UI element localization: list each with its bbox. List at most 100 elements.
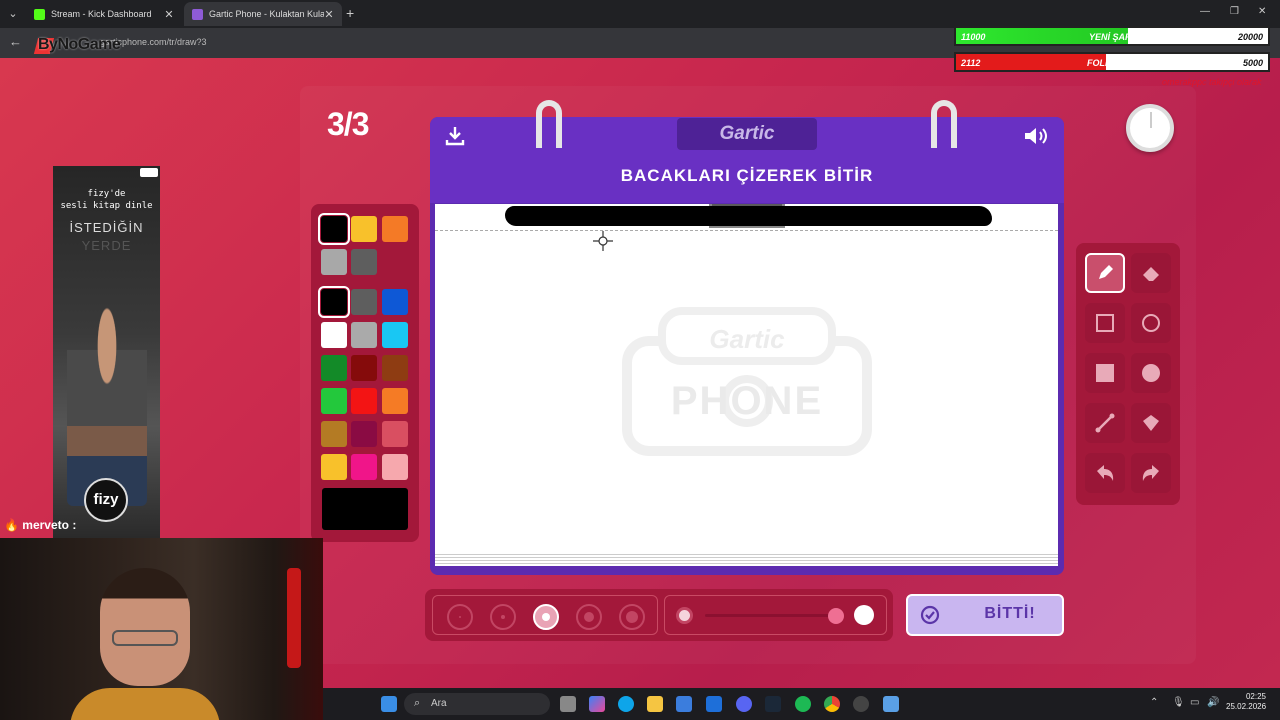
ad-line3: İSTEDİĞİN bbox=[69, 220, 144, 235]
brush-size-option[interactable] bbox=[533, 604, 559, 630]
store-icon[interactable] bbox=[676, 696, 692, 712]
volume-icon[interactable]: 🔊 bbox=[1207, 697, 1219, 708]
streamer-face bbox=[100, 568, 190, 686]
brush-size-dot bbox=[626, 611, 638, 623]
rect-fill-icon[interactable] bbox=[1085, 353, 1125, 393]
opacity-slider-track[interactable] bbox=[705, 614, 835, 617]
sound-icon[interactable] bbox=[1022, 124, 1050, 148]
color-swatch[interactable] bbox=[351, 289, 377, 315]
network-icon[interactable]: ▭ bbox=[1190, 697, 1199, 708]
color-swatch[interactable] bbox=[321, 421, 347, 447]
check-icon bbox=[920, 605, 940, 625]
task-view-icon[interactable] bbox=[560, 696, 576, 712]
window-close-icon[interactable]: ✕ bbox=[1258, 6, 1266, 17]
color-swatch[interactable] bbox=[318, 213, 350, 245]
discord-icon[interactable] bbox=[736, 696, 752, 712]
app-icon[interactable] bbox=[883, 696, 899, 712]
microphone-icon[interactable]: 🎙 bbox=[1172, 697, 1185, 708]
mail-icon[interactable] bbox=[706, 696, 722, 712]
color-swatch[interactable] bbox=[351, 388, 377, 414]
goal-label: YENİ ŞARKI bbox=[1089, 32, 1141, 42]
obs-icon[interactable] bbox=[853, 696, 869, 712]
plus-icon[interactable]: + bbox=[346, 5, 354, 21]
color-swatch[interactable] bbox=[321, 454, 347, 480]
circle-outline-icon[interactable] bbox=[1131, 303, 1171, 343]
color-swatch[interactable] bbox=[351, 322, 377, 348]
tab-kick-dashboard[interactable]: Stream - Kick Dashboard ✕ bbox=[26, 2, 182, 26]
spotify-icon[interactable] bbox=[795, 696, 811, 712]
copilot-icon[interactable] bbox=[589, 696, 605, 712]
close-tab-icon[interactable]: ✕ bbox=[324, 8, 334, 21]
tab-gartic-phone[interactable]: Gartic Phone - Kulaktan Kulağa ✕ bbox=[184, 2, 342, 26]
done-label: BİTTİ! bbox=[984, 605, 1036, 622]
watermark-phone: PHONE bbox=[671, 379, 823, 423]
streamer-shirt bbox=[70, 688, 220, 720]
minimize-icon[interactable]: — bbox=[1200, 6, 1210, 17]
color-swatch[interactable] bbox=[382, 289, 408, 315]
redo-icon[interactable] bbox=[1131, 453, 1171, 493]
opacity-slider-handle[interactable] bbox=[828, 608, 844, 624]
color-swatch[interactable] bbox=[382, 355, 408, 381]
bucket-icon[interactable] bbox=[1131, 403, 1171, 443]
close-tab-icon[interactable]: ✕ bbox=[164, 8, 174, 21]
back-arrow-icon[interactable]: ← bbox=[9, 34, 22, 49]
line-icon[interactable] bbox=[1085, 403, 1125, 443]
browser-tab-strip: ⌄ Stream - Kick Dashboard ✕ Gartic Phone… bbox=[0, 0, 1280, 28]
color-swatch[interactable] bbox=[321, 322, 347, 348]
circle-fill-icon[interactable] bbox=[1131, 353, 1171, 393]
previous-drawing-strokes bbox=[505, 206, 992, 226]
brush-size-option[interactable] bbox=[619, 604, 645, 630]
color-swatch[interactable] bbox=[382, 388, 408, 414]
brush-size-option[interactable] bbox=[490, 604, 516, 630]
ad-choices-icon[interactable] bbox=[140, 168, 158, 177]
color-swatch[interactable] bbox=[318, 286, 350, 318]
pencil-icon[interactable] bbox=[1085, 253, 1125, 293]
brush-size-option[interactable] bbox=[576, 604, 602, 630]
rect-outline-icon[interactable] bbox=[1085, 303, 1125, 343]
eraser-icon[interactable] bbox=[1131, 253, 1171, 293]
ad-headline: fizy'de sesli kitap dinle bbox=[53, 188, 160, 212]
color-swatch[interactable] bbox=[321, 355, 347, 381]
taskbar-search[interactable]: ⌕ Ara bbox=[404, 693, 550, 715]
color-swatch[interactable] bbox=[382, 421, 408, 447]
windows-start-icon[interactable] bbox=[381, 696, 397, 712]
tab-search-icon[interactable]: ⌄ bbox=[4, 5, 22, 23]
search-icon: ⌕ bbox=[414, 697, 421, 709]
brush-size-option[interactable] bbox=[447, 604, 473, 630]
brush-size-dot bbox=[584, 612, 594, 622]
steam-icon[interactable] bbox=[765, 696, 781, 712]
goal-current: 2112 bbox=[961, 58, 981, 68]
restore-icon[interactable]: ❐ bbox=[1230, 6, 1239, 17]
opacity-low-icon bbox=[676, 607, 693, 624]
color-swatch[interactable] bbox=[351, 355, 377, 381]
goal-target: 5000 bbox=[1242, 58, 1263, 68]
color-swatch[interactable] bbox=[351, 454, 377, 480]
taskbar-clock[interactable]: 02:25 25.02.2026 bbox=[1226, 692, 1266, 712]
current-color-preview bbox=[322, 488, 408, 530]
color-swatch[interactable] bbox=[321, 388, 347, 414]
paper-stack-edge bbox=[435, 552, 1058, 566]
song-goal-bar: 11000 YENİ ŞARKI 20000 bbox=[954, 26, 1270, 46]
clock-time: 02:25 bbox=[1245, 692, 1266, 701]
fizy-advertisement[interactable]: fizy'de sesli kitap dinle İSTEDİĞİN YERD… bbox=[53, 166, 160, 538]
color-swatch[interactable] bbox=[382, 322, 408, 348]
color-swatch[interactable] bbox=[351, 249, 377, 275]
color-swatch[interactable] bbox=[321, 249, 347, 275]
edge-icon[interactable] bbox=[618, 696, 634, 712]
chrome-icon[interactable] bbox=[824, 696, 840, 712]
undo-icon[interactable] bbox=[1085, 453, 1125, 493]
color-swatch[interactable] bbox=[382, 454, 408, 480]
drawing-prompt: BACAKLARI ÇİZEREK BİTİR bbox=[620, 166, 874, 185]
brush-size-dot bbox=[459, 616, 461, 618]
file-explorer-icon[interactable] bbox=[647, 696, 663, 712]
opacity-high-icon bbox=[854, 605, 874, 625]
brush-size-dot bbox=[542, 613, 550, 621]
done-button[interactable]: BİTTİ! bbox=[906, 594, 1064, 636]
color-swatch[interactable] bbox=[382, 216, 408, 242]
tray-chevron-icon[interactable]: ⌃ bbox=[1150, 697, 1158, 708]
download-icon[interactable] bbox=[443, 124, 467, 148]
red-light bbox=[287, 568, 301, 668]
color-swatch[interactable] bbox=[351, 216, 377, 242]
continuation-guide-line bbox=[435, 230, 1058, 231]
color-swatch[interactable] bbox=[351, 421, 377, 447]
